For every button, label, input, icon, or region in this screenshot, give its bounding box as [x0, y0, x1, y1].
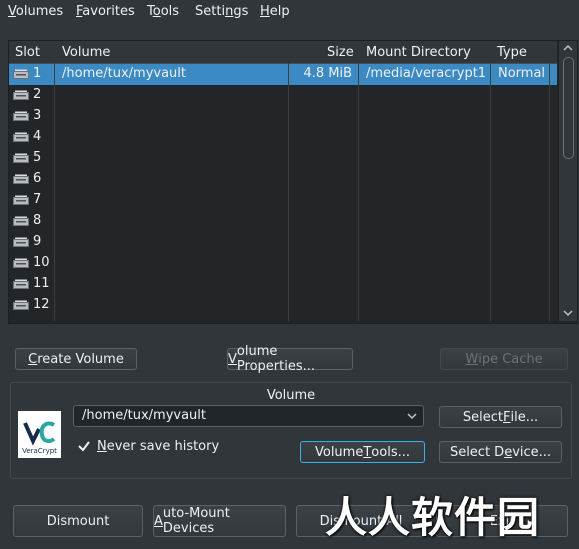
select-file-button[interactable]: Select File... [439, 406, 562, 428]
cell-volume: /home/tux/myvault [62, 66, 186, 81]
column-divider [54, 63, 55, 321]
volume-path-combobox[interactable]: /home/tux/myvault [73, 405, 424, 427]
table-row[interactable]: 11 [9, 274, 557, 295]
menu-bar: Volumes Favorites Tools Settings Help [0, 0, 579, 24]
cell-mount: /media/veracrypt1 [366, 66, 487, 81]
slot-number: 8 [33, 213, 42, 228]
veracrypt-logo: VeraCrypt [18, 411, 61, 458]
select-device-button[interactable]: Select De vice... [439, 441, 562, 463]
drive-icon [13, 69, 29, 79]
chevron-down-icon [407, 413, 417, 420]
slot-number: 3 [33, 108, 42, 123]
table-row[interactable]: 9 [9, 232, 557, 253]
drive-icon [13, 216, 29, 226]
table-row[interactable]: 8 [9, 211, 557, 232]
slot-number: 6 [33, 171, 42, 186]
table-row[interactable]: 2 [9, 85, 557, 106]
column-divider [549, 63, 550, 321]
table-row[interactable]: 3 [9, 106, 557, 127]
menu-tools[interactable]: Tools [147, 4, 179, 19]
auto-mount-devices-button[interactable]: Auto-Mount Devices [153, 505, 286, 537]
menu-settings[interactable]: Settings [195, 4, 248, 19]
slot-number: 12 [33, 297, 50, 312]
drive-icon [13, 174, 29, 184]
scrollbar-thumb[interactable] [563, 57, 574, 159]
column-header-type[interactable]: Type [497, 45, 527, 60]
slot-number: 10 [33, 255, 50, 270]
drive-icon [13, 279, 29, 289]
svg-text:VeraCrypt: VeraCrypt [22, 447, 57, 455]
veracrypt-logo-icon: VeraCrypt [22, 421, 57, 455]
table-row[interactable]: 10 [9, 253, 557, 274]
cell-size: 4.8 MiB [303, 66, 352, 81]
slot-number: 11 [33, 276, 50, 291]
drive-icon [13, 132, 29, 142]
drive-icon [13, 258, 29, 268]
never-save-history-label[interactable]: Never save history [97, 439, 219, 454]
drive-icon [13, 153, 29, 163]
menu-volumes[interactable]: Volumes [8, 4, 63, 19]
drive-icon [13, 237, 29, 247]
slot-number: 5 [33, 150, 42, 165]
volume-properties-button[interactable]: Volume Properties... [227, 344, 353, 374]
slot-number: 2 [33, 87, 42, 102]
drive-icon [13, 90, 29, 100]
column-divider [288, 63, 289, 321]
cell-type: Normal [498, 66, 546, 81]
menu-favorites[interactable]: Favorites [76, 4, 135, 19]
watermark-overlay: 人人软件园 [325, 493, 541, 542]
dismount-button[interactable]: Dismount [13, 505, 143, 537]
column-header-slot[interactable]: Slot [15, 45, 40, 60]
volume-group-title: Volume [266, 388, 316, 403]
menu-help[interactable]: Help [260, 4, 290, 19]
drive-icon [13, 195, 29, 205]
drive-icon [13, 300, 29, 310]
column-header-volume[interactable]: Volume [62, 45, 110, 60]
column-divider [358, 63, 359, 321]
table-row[interactable]: 1/home/tux/myvault 4.8 MiB/media/veracryp… [9, 64, 557, 85]
table-row[interactable]: 12 [9, 295, 557, 316]
column-divider [490, 63, 491, 321]
table-header: Slot Volume Size Mount Directory Type [9, 41, 557, 64]
volume-path-value: /home/tux/myvault [82, 408, 206, 423]
vertical-scrollbar[interactable] [558, 41, 577, 321]
volume-group: Volume VeraCrypt /home/tux/myvault Never… [10, 382, 572, 479]
slot-number: 4 [33, 129, 42, 144]
never-save-history-checkbox[interactable] [77, 439, 91, 453]
column-header-mount-directory[interactable]: Mount Directory [366, 45, 471, 60]
column-header-size[interactable]: Size [327, 45, 354, 60]
table-row[interactable]: 6 [9, 169, 557, 190]
volume-tools-button[interactable]: Volume Tools... [300, 441, 425, 463]
wipe-cache-button[interactable]: Wipe Cache [440, 348, 568, 370]
create-volume-button[interactable]: Create Volume [15, 348, 137, 370]
table-row[interactable]: 4 [9, 127, 557, 148]
slot-number: 1 [33, 66, 42, 81]
slot-number: 7 [33, 192, 42, 207]
drive-icon [13, 111, 29, 121]
volume-list[interactable]: Slot Volume Size Mount Directory Type 1/… [8, 40, 578, 324]
scroll-up-icon[interactable] [563, 44, 573, 52]
table-row[interactable]: 7 [9, 190, 557, 211]
slot-number: 9 [33, 234, 42, 249]
scroll-down-icon[interactable] [563, 309, 573, 317]
table-row[interactable]: 5 [9, 148, 557, 169]
